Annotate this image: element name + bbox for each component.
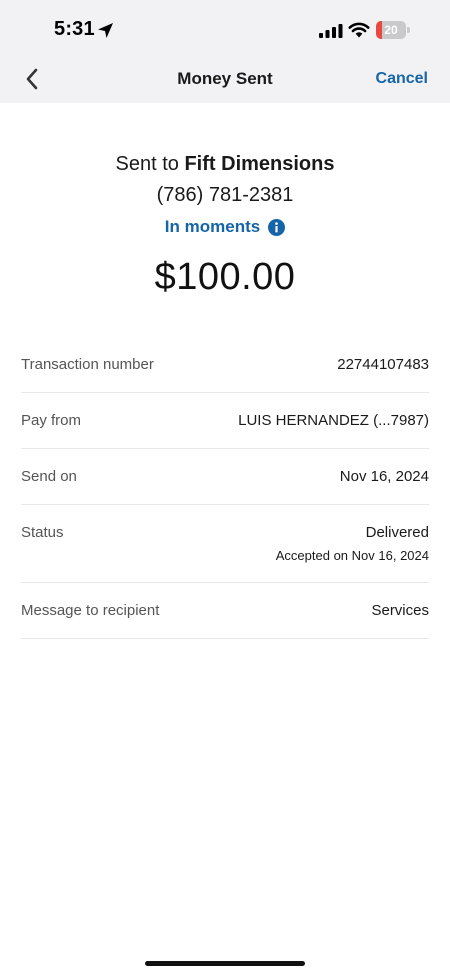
recipient-phone: (786) 781-2381 xyxy=(156,184,294,206)
sent-to-label: Sent to xyxy=(115,153,179,175)
send-on-label: Send on xyxy=(21,468,77,485)
recipient-line: Sent to Fift Dimensions xyxy=(0,150,450,178)
status-value: Delivered xyxy=(365,524,429,541)
message-value: Services xyxy=(371,602,429,619)
detail-row-status: Status Delivered Accepted on Nov 16, 202… xyxy=(21,505,429,583)
delivery-timing: In moments xyxy=(0,214,450,240)
home-indicator[interactable] xyxy=(145,961,305,966)
detail-row-transaction-number: Transaction number 22744107483 xyxy=(21,338,429,393)
cancel-button[interactable]: Cancel xyxy=(376,70,428,88)
location-arrow-icon xyxy=(98,23,113,38)
delivery-timing-label: In moments xyxy=(164,217,261,236)
status-accepted-date: Accepted on Nov 16, 2024 xyxy=(275,548,429,563)
status-label: Status xyxy=(21,524,64,541)
detail-row-send-on: Send on Nov 16, 2024 xyxy=(21,449,429,505)
battery-level: 20 xyxy=(384,23,398,37)
status-time: 5:31 xyxy=(54,18,95,40)
transaction-details: Transaction number 22744107483 Pay from … xyxy=(21,338,429,639)
info-icon[interactable] xyxy=(268,218,286,236)
message-label: Message to recipient xyxy=(21,602,160,619)
pay-from-value: LUIS HERNANDEZ (...7987) xyxy=(238,412,429,429)
send-on-value: Nov 16, 2024 xyxy=(339,468,429,485)
transfer-summary: Sent to Fift Dimensions (786) 781-2381 I… xyxy=(0,150,450,299)
detail-row-message: Message to recipient Services xyxy=(21,583,429,639)
transaction-number-label: Transaction number xyxy=(21,356,154,373)
amount: $100.00 xyxy=(154,256,296,298)
detail-row-pay-from: Pay from LUIS HERNANDEZ (...7987) xyxy=(21,393,429,449)
wifi-icon xyxy=(348,22,370,38)
navigation-bar: Money Sent Cancel xyxy=(0,58,450,103)
transaction-number-value: 22744107483 xyxy=(337,356,429,373)
cellular-signal-icon xyxy=(319,24,343,38)
pay-from-label: Pay from xyxy=(21,412,82,429)
status-bar: 5:31 20 xyxy=(0,0,450,58)
recipient-name: Fift Dimensions xyxy=(184,153,335,175)
battery-icon: 20 xyxy=(376,21,410,39)
